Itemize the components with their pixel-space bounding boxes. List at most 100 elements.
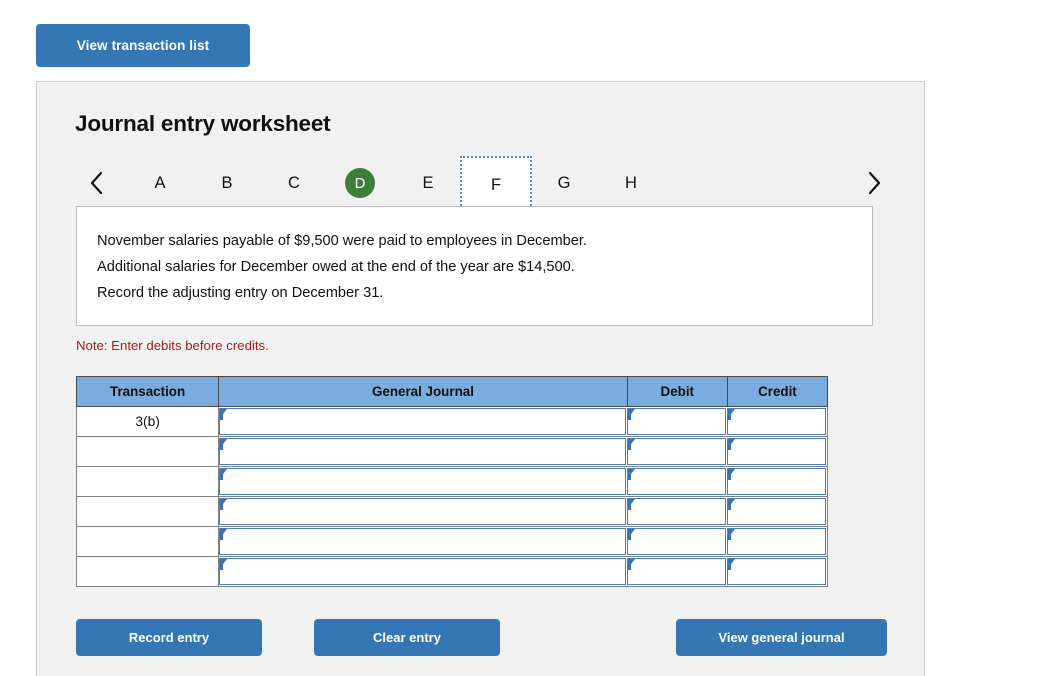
debit-cell[interactable] <box>627 556 728 587</box>
dropdown-marker-icon <box>220 529 228 540</box>
worksheet-tab-g-label: G <box>557 173 571 192</box>
column-header-transaction: Transaction <box>75 376 220 407</box>
general-journal-cell[interactable] <box>218 406 628 437</box>
debit-cell[interactable] <box>627 496 728 527</box>
column-header-credit: Credit <box>726 376 829 407</box>
record-entry-button[interactable]: Record entry <box>76 619 262 656</box>
debit-input[interactable] <box>627 408 727 435</box>
dropdown-marker-icon <box>728 499 736 510</box>
worksheet-tab-c-label: C <box>288 173 300 192</box>
dropdown-marker-icon <box>728 439 736 450</box>
dropdown-marker-icon <box>628 409 636 420</box>
dropdown-marker-icon <box>220 499 228 510</box>
dropdown-marker-icon <box>728 529 736 540</box>
credit-cell[interactable] <box>727 556 828 587</box>
worksheet-tab-a-label: A <box>154 173 166 192</box>
credit-input[interactable] <box>727 498 826 525</box>
table-row <box>75 496 828 527</box>
worksheet-tab-e-label: E <box>422 173 434 192</box>
credit-cell[interactable] <box>727 466 828 497</box>
dropdown-marker-icon <box>628 439 636 450</box>
worksheet-tab-f-label: F <box>490 175 502 194</box>
debit-input[interactable] <box>627 498 727 525</box>
credit-input[interactable] <box>727 528 826 555</box>
credit-cell[interactable] <box>727 436 828 467</box>
transaction-cell[interactable] <box>75 526 220 557</box>
dropdown-marker-icon <box>728 469 736 480</box>
account-name-input[interactable] <box>219 468 627 495</box>
worksheet-tab-a[interactable]: A <box>141 164 179 202</box>
debit-cell[interactable] <box>627 436 728 467</box>
account-name-input[interactable] <box>219 438 627 465</box>
dropdown-marker-icon <box>628 469 636 480</box>
general-journal-cell[interactable] <box>218 496 628 527</box>
transaction-cell[interactable] <box>75 436 220 467</box>
prev-entry-button[interactable] <box>83 169 109 197</box>
worksheet-tab-b-label: B <box>221 173 233 192</box>
page-root: View transaction list Journal entry work… <box>0 0 1040 676</box>
view-general-journal-button[interactable]: View general journal <box>676 619 887 656</box>
credit-input[interactable] <box>727 408 826 435</box>
dropdown-marker-icon <box>220 469 228 480</box>
worksheet-tab-h-label: H <box>625 173 637 192</box>
worksheet-tab-e[interactable]: E <box>409 164 447 202</box>
dropdown-marker-icon <box>220 559 228 570</box>
worksheet-tab-d[interactable]: D <box>345 168 375 198</box>
table-row <box>75 556 828 587</box>
transaction-cell[interactable]: 3(b) <box>75 406 220 437</box>
dropdown-marker-icon <box>628 499 636 510</box>
worksheet-tab-b[interactable]: B <box>208 164 246 202</box>
credit-input[interactable] <box>727 468 826 495</box>
next-entry-button[interactable] <box>861 169 887 197</box>
column-header-debit: Debit <box>626 376 728 407</box>
worksheet-tab-h[interactable]: H <box>612 164 650 202</box>
general-journal-cell[interactable] <box>218 436 628 467</box>
debit-cell[interactable] <box>627 466 728 497</box>
dropdown-marker-icon <box>220 409 228 420</box>
debits-before-credits-note: Note: Enter debits before credits. <box>76 338 269 353</box>
page-title: Journal entry worksheet <box>75 111 331 136</box>
chevron-right-icon <box>867 171 882 195</box>
transaction-cell[interactable] <box>75 496 220 527</box>
dropdown-marker-icon <box>628 559 636 570</box>
clear-entry-button[interactable]: Clear entry <box>314 619 500 656</box>
credit-cell[interactable] <box>727 526 828 557</box>
account-name-input[interactable] <box>219 528 627 555</box>
account-name-input[interactable] <box>219 558 627 585</box>
debit-input[interactable] <box>627 438 727 465</box>
credit-cell[interactable] <box>727 406 828 437</box>
debit-input[interactable] <box>627 528 727 555</box>
debit-input[interactable] <box>627 468 727 495</box>
dropdown-marker-icon <box>220 439 228 450</box>
worksheet-tab-d-label: D <box>354 174 366 192</box>
dropdown-marker-icon <box>728 559 736 570</box>
column-header-general-journal: General Journal <box>218 376 628 407</box>
table-row <box>75 466 828 497</box>
debit-input[interactable] <box>627 558 727 585</box>
debit-cell[interactable] <box>627 406 728 437</box>
table-row <box>75 436 828 467</box>
chevron-left-icon <box>89 171 104 195</box>
dropdown-marker-icon <box>628 529 636 540</box>
account-name-input[interactable] <box>219 408 627 435</box>
general-journal-cell[interactable] <box>218 466 628 497</box>
credit-cell[interactable] <box>727 496 828 527</box>
view-transaction-list-button[interactable]: View transaction list <box>36 24 250 67</box>
worksheet-tab-c[interactable]: C <box>275 164 313 202</box>
journal-entry-table: Transaction General Journal Debit Credit… <box>75 376 829 587</box>
credit-input[interactable] <box>727 438 826 465</box>
transaction-cell[interactable] <box>75 466 220 497</box>
worksheet-tab-g[interactable]: G <box>545 164 583 202</box>
dropdown-marker-icon <box>728 409 736 420</box>
credit-input[interactable] <box>727 558 826 585</box>
account-name-input[interactable] <box>219 498 627 525</box>
table-header-row: Transaction General Journal Debit Credit <box>75 376 829 407</box>
general-journal-cell[interactable] <box>218 526 628 557</box>
general-journal-cell[interactable] <box>218 556 628 587</box>
journal-entry-panel: Journal entry worksheet A B C D E F G H <box>36 81 925 676</box>
table-row: 3(b) <box>75 406 828 437</box>
transaction-cell[interactable] <box>75 556 220 587</box>
debit-cell[interactable] <box>627 526 728 557</box>
worksheet-tab-strip: A B C D E F G H <box>75 156 887 214</box>
table-row <box>75 526 828 557</box>
